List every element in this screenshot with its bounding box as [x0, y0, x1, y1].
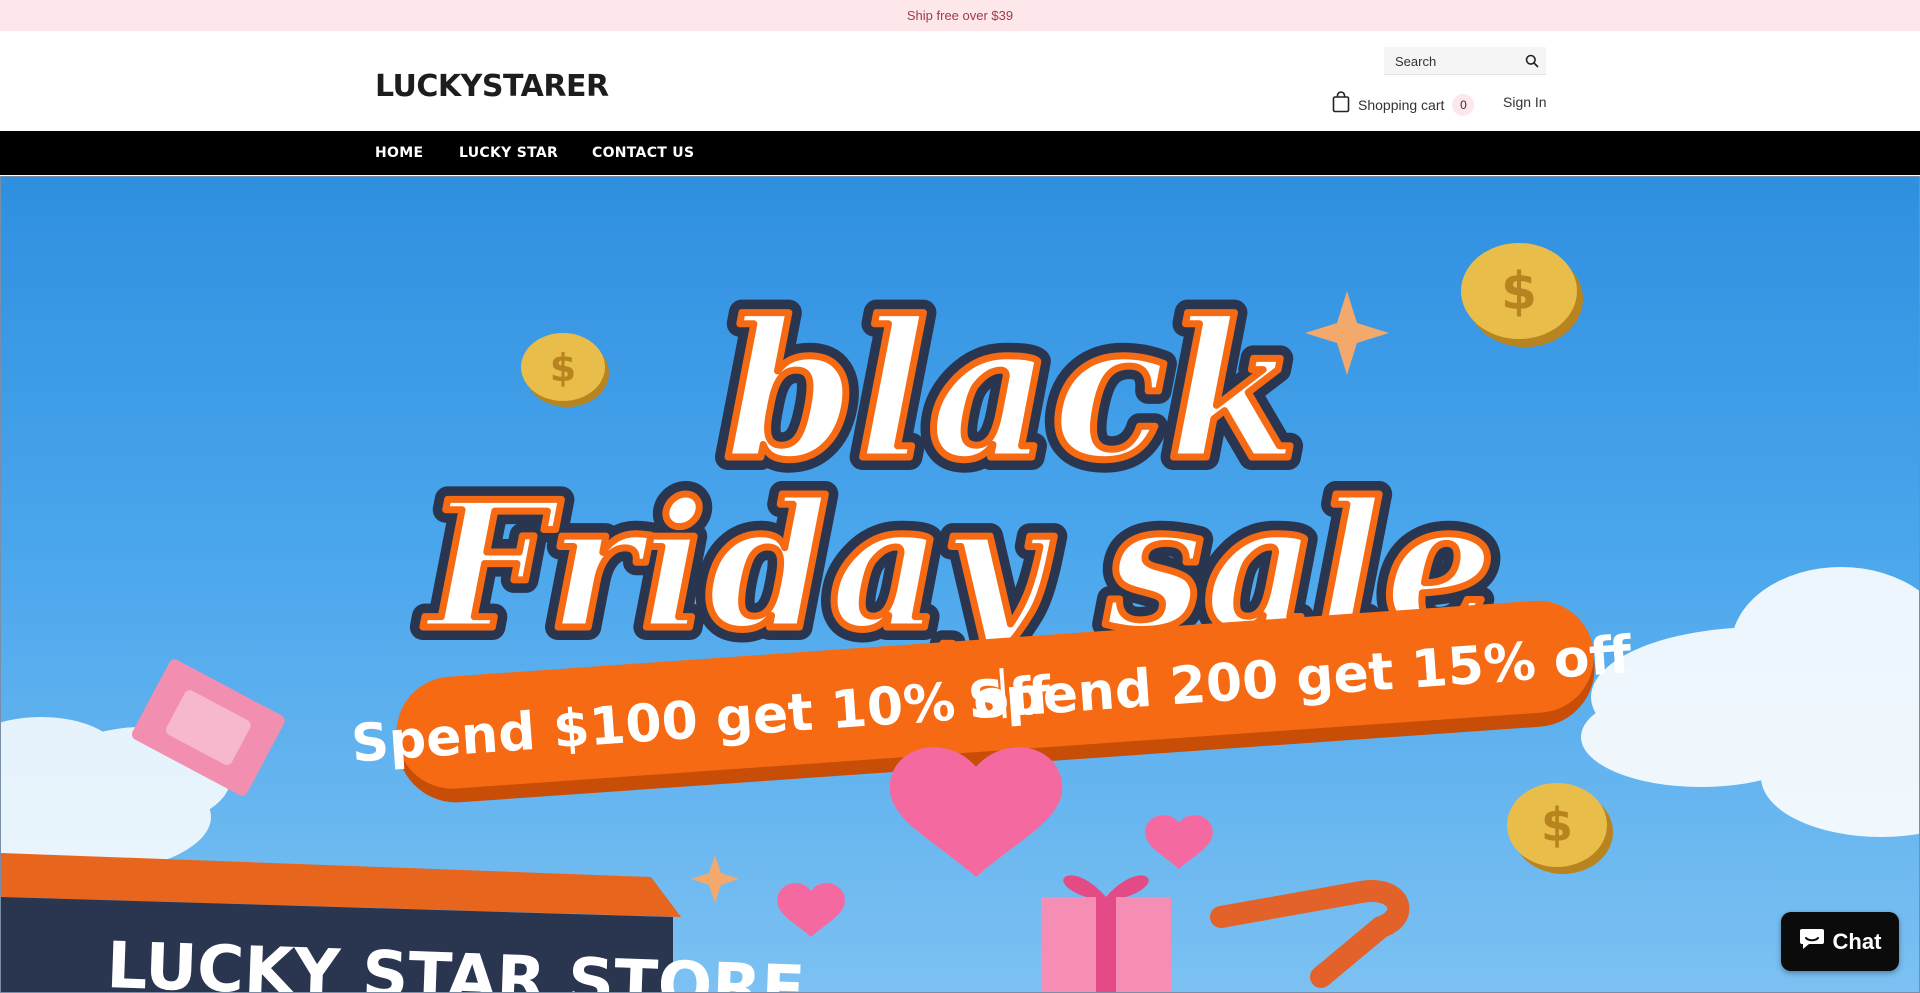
cart-label: Shopping cart	[1358, 96, 1445, 113]
hero-banner[interactable]: black black Friday sale Friday sale Spen…	[0, 176, 1920, 993]
sign-in-link[interactable]: Sign In	[1503, 94, 1547, 110]
coin-top-right-icon: $	[1461, 243, 1583, 347]
coin-left-icon: $	[521, 333, 609, 407]
coin-bottom-right-icon: $	[1507, 783, 1613, 874]
cart-link[interactable]: Shopping cart 0	[1332, 91, 1475, 118]
gift-box-icon	[1041, 875, 1171, 992]
sparkle-small-icon	[691, 855, 739, 903]
svg-text:$: $	[1501, 262, 1537, 322]
nav-item-lucky-star[interactable]: LUCKY STAR	[459, 145, 558, 161]
heart-icon	[1145, 815, 1213, 869]
heart-large-icon	[889, 747, 1063, 877]
site-logo[interactable]: LUCKYSTARER	[375, 69, 609, 104]
cloud-right	[1581, 567, 1919, 837]
chat-widget-button[interactable]: Chat	[1781, 912, 1899, 971]
search-box	[1384, 47, 1546, 75]
site-header: LUCKYSTARER Shopping cart 0 Sign In	[0, 31, 1920, 131]
nav-item-contact-us[interactable]: CONTACT US	[592, 145, 694, 161]
shopping-bag-icon	[1332, 91, 1350, 118]
nav-item-home[interactable]: HOME	[375, 145, 423, 161]
main-nav: HOME LUCKY STAR CONTACT US	[0, 131, 1920, 175]
announcement-bar: Ship free over $39	[0, 0, 1920, 31]
heart-small-icon	[777, 883, 845, 937]
chat-bubble-icon	[1799, 927, 1825, 956]
cart-handle	[1210, 880, 1410, 988]
sparkle-icon	[1305, 291, 1389, 375]
search-icon[interactable]	[1524, 53, 1540, 69]
store-sign: LUCKY STAR STORE	[1, 853, 806, 992]
chat-label: Chat	[1832, 928, 1882, 954]
cart-count-badge: 0	[1452, 93, 1475, 116]
svg-text:$: $	[1541, 798, 1573, 852]
hero-illustration: black black Friday sale Friday sale Spen…	[1, 243, 1919, 992]
announcement-text: Ship free over $39	[906, 8, 1014, 23]
svg-text:$: $	[550, 346, 576, 390]
search-input[interactable]	[1384, 47, 1520, 75]
